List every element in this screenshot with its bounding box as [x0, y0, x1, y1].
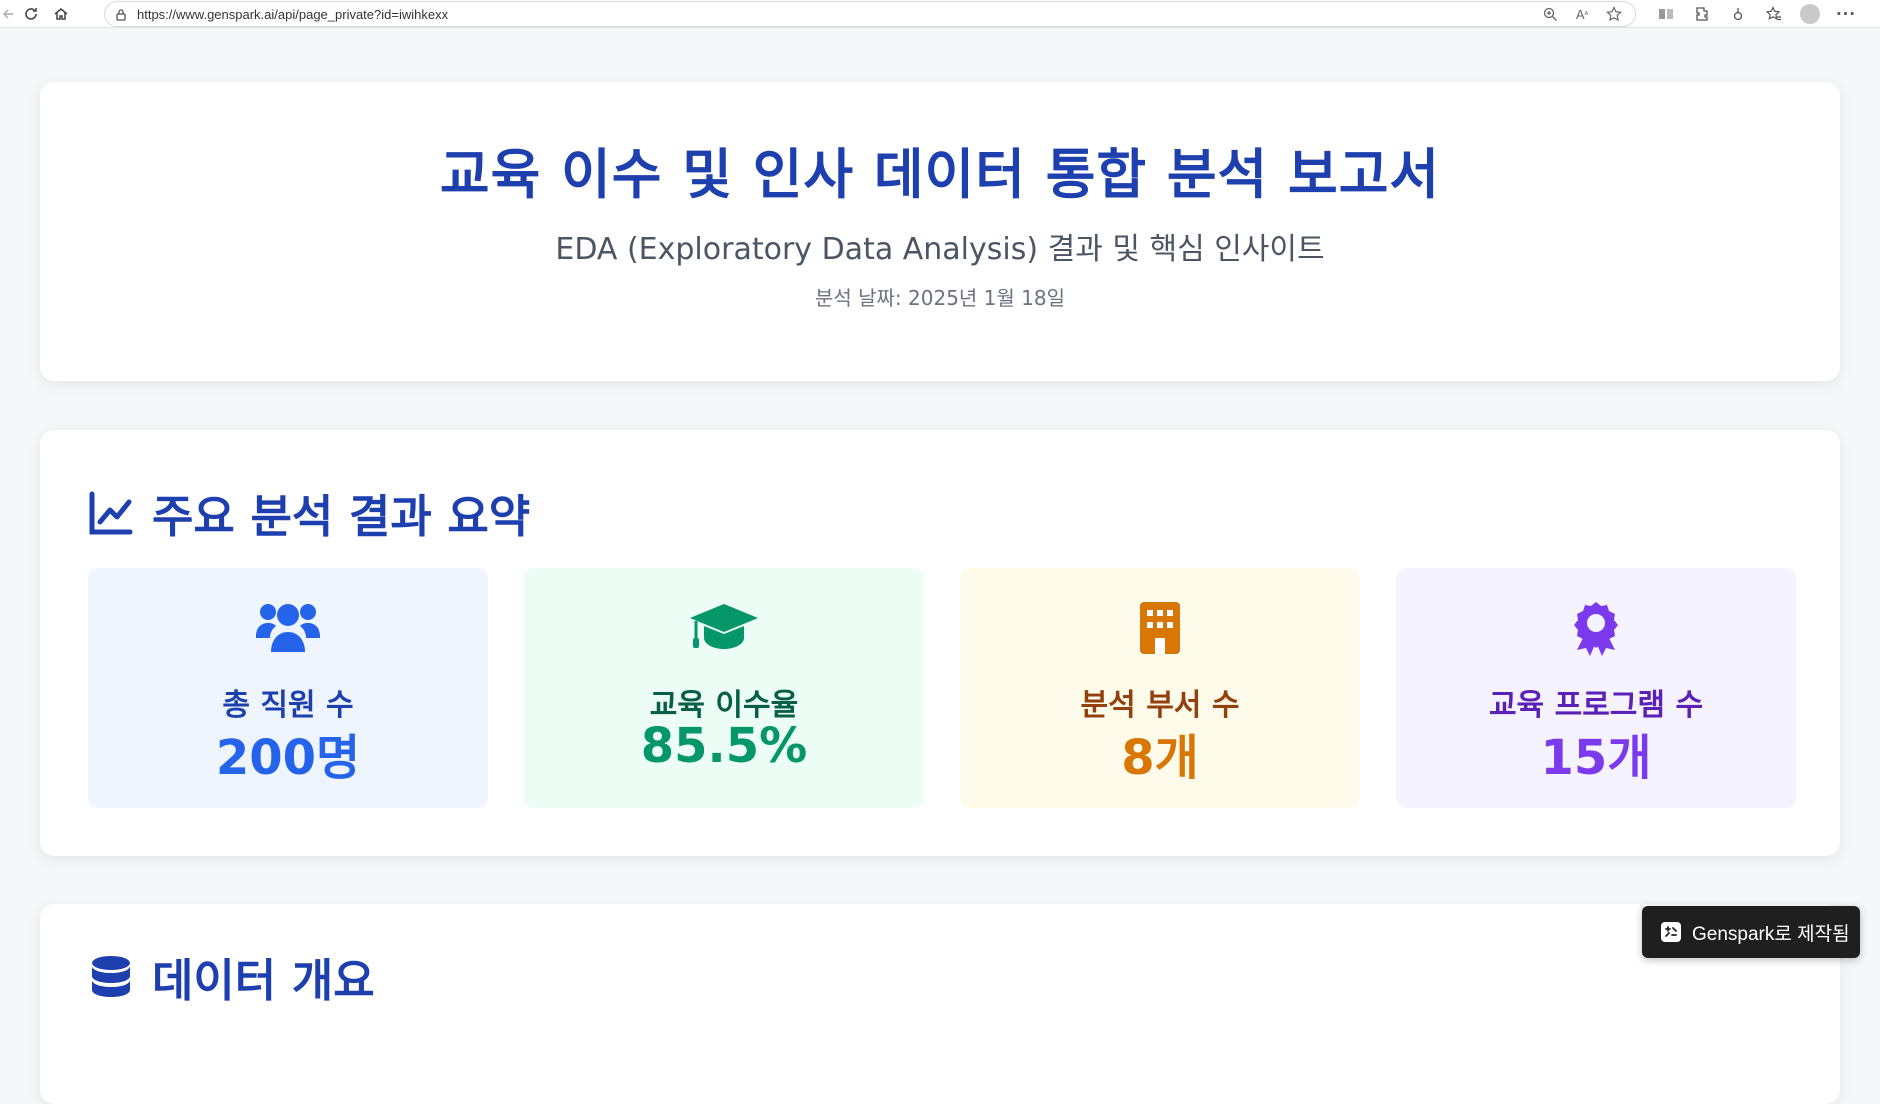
- graduation-cap-icon: [690, 604, 758, 649]
- made-with-genspark-badge[interactable]: Genspark로 제작됨: [1642, 906, 1860, 958]
- page-subtitle: EDA (Exploratory Data Analysis) 결과 및 핵심 …: [555, 232, 1325, 267]
- reload-icon[interactable]: [16, 0, 46, 28]
- summary-title-text: 주요 분석 결과 요약: [152, 490, 531, 543]
- reading-view-icon[interactable]: [1648, 0, 1684, 28]
- award-icon: [1574, 602, 1618, 656]
- browser-essentials-icon[interactable]: [1720, 0, 1756, 28]
- browser-toolbar: https://www.genspark.ai/api/page_private…: [0, 0, 1880, 28]
- lock-icon: [109, 8, 133, 21]
- stat-card-departments: 분석 부서 수 8개: [960, 568, 1360, 808]
- report-page: 교육 이수 및 인사 데이터 통합 분석 보고서 EDA (Explorator…: [0, 29, 1880, 1104]
- page-title: 교육 이수 및 인사 데이터 통합 분석 보고서: [439, 143, 1441, 206]
- read-aloud-icon[interactable]: Aᴬ: [1569, 2, 1595, 26]
- favorite-star-icon[interactable]: [1601, 2, 1627, 26]
- genspark-logo-icon: [1661, 922, 1681, 942]
- stat-card-programs: 교육 프로그램 수 15개: [1396, 568, 1796, 808]
- badge-label: Genspark로 제작됨: [1692, 923, 1850, 945]
- line-chart-icon: [89, 491, 133, 534]
- stat-card-employees: 총 직원 수 200명: [88, 568, 488, 808]
- building-icon: [1140, 602, 1180, 654]
- users-icon: [256, 604, 320, 652]
- more-menu-icon[interactable]: ···: [1828, 0, 1864, 28]
- stat-value: 8개: [1121, 730, 1199, 786]
- home-icon[interactable]: [46, 0, 76, 28]
- address-bar[interactable]: https://www.genspark.ai/api/page_private…: [104, 1, 1636, 27]
- profile-avatar[interactable]: [1792, 0, 1828, 28]
- stat-value: 85.5%: [640, 718, 808, 774]
- stat-value: 200명: [215, 730, 361, 786]
- data-overview-section: 데이터 개요: [40, 904, 1840, 1104]
- report-header: 교육 이수 및 인사 데이터 통합 분석 보고서 EDA (Explorator…: [40, 82, 1840, 381]
- summary-section: 주요 분석 결과 요약 총 직원 수 200명 교육 이수율 85.5% 분석 …: [40, 430, 1840, 856]
- favorites-icon[interactable]: [1756, 0, 1792, 28]
- stat-card-completion-rate: 교육 이수율 85.5%: [524, 568, 924, 808]
- back-icon[interactable]: [0, 0, 16, 28]
- summary-title: 주요 분석 결과 요약: [88, 480, 530, 545]
- url-text: https://www.genspark.ai/api/page_private…: [137, 6, 449, 22]
- stat-value: 15개: [1540, 730, 1652, 786]
- extensions-icon[interactable]: [1684, 0, 1720, 28]
- analysis-date: 분석 날짜: 2025년 1월 18일: [814, 286, 1066, 310]
- zoom-icon[interactable]: [1537, 2, 1563, 26]
